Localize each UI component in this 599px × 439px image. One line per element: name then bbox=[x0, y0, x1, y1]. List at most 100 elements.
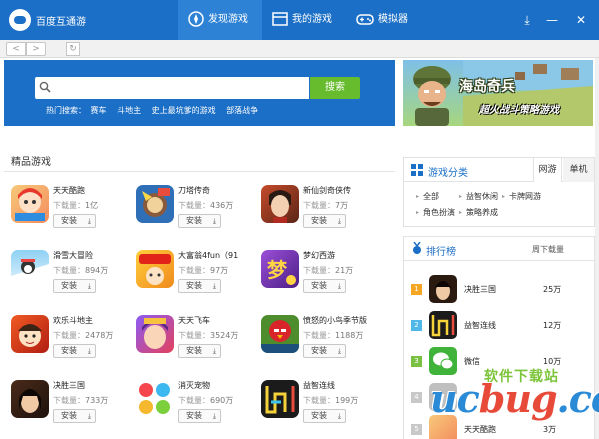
ranking-panel: 排行榜 周下载量 1 决胜三国 25万 2 益智连线 12万 3 微信 10万 … bbox=[403, 236, 595, 439]
search-icon bbox=[39, 81, 51, 93]
install-button[interactable]: 安装 ⤓ bbox=[178, 409, 221, 423]
install-button[interactable]: 安装 ⤓ bbox=[53, 344, 96, 358]
download-icon: ⤓ bbox=[212, 282, 216, 290]
game-card[interactable]: 梦 梦幻西游 下载量：21万 安装 ⤓ bbox=[261, 250, 381, 302]
svg-text:梦: 梦 bbox=[267, 258, 288, 282]
install-button[interactable]: 安装 ⤓ bbox=[178, 344, 221, 358]
hot-search-link[interactable]: 赛车 bbox=[91, 106, 107, 115]
downloads-label: 下载量： bbox=[53, 201, 85, 210]
search-input[interactable] bbox=[35, 77, 309, 99]
install-label: 安装 bbox=[311, 281, 327, 290]
game-downloads: 下载量：894万 bbox=[53, 265, 108, 276]
forward-button[interactable]: > bbox=[26, 42, 46, 56]
downloads-label: 下载量： bbox=[178, 396, 210, 405]
category-link[interactable]: 策略养成 bbox=[459, 207, 498, 218]
game-icon bbox=[136, 185, 174, 223]
ranking-row[interactable]: 4 bbox=[404, 381, 594, 417]
game-name: 新仙剑奇侠传 bbox=[303, 186, 351, 195]
hot-search-link[interactable]: 史上最坑爹的游戏 bbox=[152, 106, 216, 115]
title-bar: 百度互通游 发现游戏 我的游戏 模拟器 ⤓ — ✕ bbox=[0, 0, 599, 40]
game-downloads: 下载量：690万 bbox=[178, 395, 233, 406]
search-button[interactable]: 搜索 bbox=[310, 77, 360, 99]
install-label: 安装 bbox=[186, 346, 202, 355]
game-icon bbox=[429, 383, 457, 411]
category-link[interactable]: 全部 bbox=[416, 191, 439, 202]
install-button[interactable]: 安装 ⤓ bbox=[303, 409, 346, 423]
game-card[interactable]: 新仙剑奇侠传 下载量：7万 安装 ⤓ bbox=[261, 185, 381, 237]
game-card[interactable]: 刀塔传奇 下载量：436万 安装 ⤓ bbox=[136, 185, 256, 237]
game-card[interactable]: 天天酷跑 下载量：1亿 安装 ⤓ bbox=[11, 185, 131, 237]
refresh-button[interactable]: ↻ bbox=[66, 42, 80, 56]
ranking-row[interactable]: 2 益智连线 12万 bbox=[404, 309, 594, 345]
install-button[interactable]: 安装 ⤓ bbox=[53, 409, 96, 423]
game-icon bbox=[261, 315, 299, 353]
downloads-value: 21万 bbox=[335, 266, 354, 275]
install-button[interactable]: 安装 ⤓ bbox=[53, 214, 96, 228]
downloads-value: 436万 bbox=[210, 201, 234, 210]
back-button[interactable]: < bbox=[6, 42, 26, 56]
game-card[interactable]: 滑雪大冒险 下载量：894万 安装 ⤓ bbox=[11, 250, 131, 302]
game-card[interactable]: 大富翁4fun（91 下载量：97万 安装 ⤓ bbox=[136, 250, 256, 302]
hot-search-link[interactable]: 斗地主 bbox=[117, 106, 141, 115]
window-icon bbox=[272, 12, 288, 26]
hot-search-link[interactable]: 部落战争 bbox=[226, 106, 258, 115]
tab-my-games[interactable]: 我的游戏 bbox=[262, 0, 346, 40]
game-downloads: 下载量：7万 bbox=[303, 200, 348, 211]
app-logo-icon bbox=[9, 9, 31, 31]
install-button[interactable]: 安装 ⤓ bbox=[303, 279, 346, 293]
game-name: 益智连线 bbox=[303, 381, 335, 390]
ranking-row[interactable]: 3 微信 10万 bbox=[404, 345, 594, 381]
downloads-value: 199万 bbox=[335, 396, 359, 405]
compass-icon bbox=[188, 11, 204, 27]
category-link[interactable]: 益智休闲 bbox=[459, 191, 498, 202]
game-card[interactable]: 消灭宠物 下载量：690万 安装 ⤓ bbox=[136, 380, 256, 432]
install-button[interactable]: 安装 ⤓ bbox=[303, 214, 346, 228]
game-card[interactable]: 决胜三国 下载量：733万 安装 ⤓ bbox=[11, 380, 131, 432]
install-button[interactable]: 安装 ⤓ bbox=[178, 279, 221, 293]
game-name: 决胜三国 bbox=[53, 381, 85, 390]
game-icon bbox=[261, 185, 299, 223]
rank-game-name: 益智连线 bbox=[464, 321, 496, 330]
rank-game-name: 微信 bbox=[464, 357, 480, 366]
download-icon: ⤓ bbox=[337, 282, 341, 290]
download-icon: ⤓ bbox=[212, 412, 216, 420]
navigation-bar: < > ↻ bbox=[0, 40, 599, 58]
downloads-value: 7万 bbox=[335, 201, 349, 210]
category-link[interactable]: 角色扮演 bbox=[416, 207, 455, 218]
game-icon bbox=[136, 250, 174, 288]
install-label: 安装 bbox=[311, 346, 327, 355]
game-card[interactable]: 欢乐斗地主 下载量：2478万 安装 ⤓ bbox=[11, 315, 131, 367]
install-button[interactable]: 安装 ⤓ bbox=[303, 344, 346, 358]
install-label: 安装 bbox=[311, 216, 327, 225]
ranking-row[interactable]: 5 天天酷跑 3万 bbox=[404, 413, 594, 439]
game-card[interactable]: 益智连线 下载量：199万 安装 ⤓ bbox=[261, 380, 381, 432]
ranking-row[interactable]: 1 决胜三国 25万 bbox=[404, 273, 594, 309]
tab-single-player[interactable]: 单机 bbox=[563, 158, 594, 182]
game-name: 消灭宠物 bbox=[178, 381, 210, 390]
game-card[interactable]: 天天飞车 下载量：3524万 安装 ⤓ bbox=[136, 315, 256, 367]
category-link[interactable]: 卡牌网游 bbox=[502, 191, 541, 202]
tab-discover-games[interactable]: 发现游戏 bbox=[178, 0, 262, 40]
minimize-icon: — bbox=[546, 13, 558, 27]
game-downloads: 下载量：97万 bbox=[178, 265, 228, 276]
download-icon: ⤓ bbox=[212, 347, 216, 355]
tab-online-games[interactable]: 网游 bbox=[533, 158, 562, 182]
minimize-button[interactable]: — bbox=[537, 0, 567, 40]
tab-emulator[interactable]: 模拟器 bbox=[346, 0, 430, 40]
close-icon: ✕ bbox=[575, 13, 587, 27]
ad-title: 海岛奇兵 bbox=[459, 79, 515, 95]
game-icon bbox=[11, 250, 49, 288]
install-button[interactable]: 安装 ⤓ bbox=[53, 279, 96, 293]
downloads-label: 下载量： bbox=[53, 396, 85, 405]
close-button[interactable]: ✕ bbox=[566, 0, 596, 40]
game-name: 滑雪大冒险 bbox=[53, 251, 93, 260]
downloads-value: 733万 bbox=[85, 396, 109, 405]
ad-banner[interactable]: 海岛奇兵 超火战斗策略游戏 bbox=[403, 60, 593, 126]
download-icon: ⤓ bbox=[337, 347, 341, 355]
downloads-label: 下载量： bbox=[53, 266, 85, 275]
game-card[interactable]: 愤怒的小鸟季节版 下载量：1188万 安装 ⤓ bbox=[261, 315, 381, 367]
game-icon bbox=[136, 380, 174, 418]
rank-downloads: 3万 bbox=[543, 425, 557, 434]
scrollbar[interactable] bbox=[595, 58, 599, 439]
install-button[interactable]: 安装 ⤓ bbox=[178, 214, 221, 228]
